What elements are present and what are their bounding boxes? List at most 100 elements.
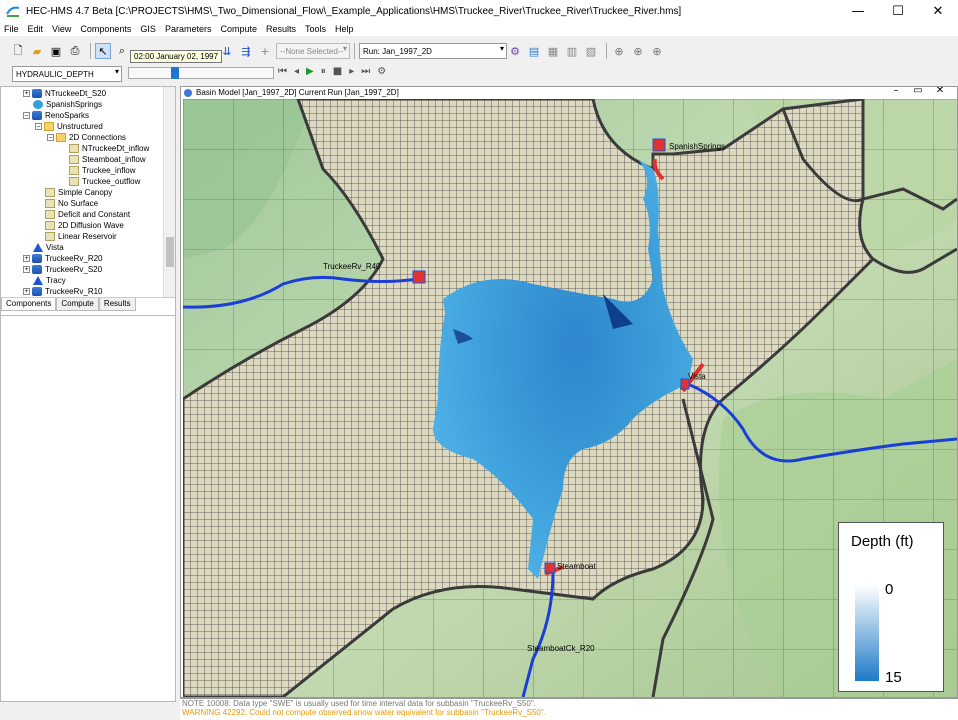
menu-components[interactable]: Components bbox=[80, 24, 131, 34]
map-label-steamboat-r20: SteamboatCk_R20 bbox=[527, 644, 595, 653]
tree-item-label: Truckee_outflow bbox=[82, 177, 141, 186]
tree-item-label: Truckee_inflow bbox=[82, 166, 136, 175]
map-minimize-button[interactable]: – bbox=[885, 85, 907, 96]
menu-file[interactable]: File bbox=[4, 24, 19, 34]
print-icon[interactable]: ⎙ bbox=[67, 43, 83, 59]
junction-spanishsprings-icon[interactable] bbox=[652, 138, 666, 152]
tree-item[interactable]: − RenoSparks bbox=[23, 110, 89, 121]
time-slider[interactable] bbox=[128, 67, 274, 79]
tree-item-label: TruckeeRv_R10 bbox=[45, 287, 103, 296]
tree-item[interactable]: No Surface bbox=[45, 198, 98, 209]
globe-icon[interactable]: ⊕ bbox=[649, 43, 665, 59]
settings-icon[interactable]: ⚙ bbox=[377, 66, 386, 77]
minimize-button[interactable]: — bbox=[838, 0, 878, 22]
tree-item[interactable]: Truckee_outflow bbox=[69, 176, 140, 187]
menu-results[interactable]: Results bbox=[266, 24, 296, 34]
compute-icon[interactable]: ⚙ bbox=[507, 43, 523, 59]
menu-compute[interactable]: Compute bbox=[220, 24, 257, 34]
collapse-icon[interactable]: − bbox=[23, 112, 30, 119]
tree-item-label: Deficit and Constant bbox=[58, 210, 131, 219]
expand-icon[interactable]: + bbox=[23, 288, 30, 295]
tree-item[interactable]: − 2D Connections bbox=[47, 132, 126, 143]
add-element-icon[interactable]: ⇶ bbox=[238, 43, 254, 59]
scrollbar-thumb[interactable] bbox=[166, 237, 174, 267]
source-icon bbox=[33, 100, 43, 109]
tree-item[interactable]: + TruckeeRv_R20 bbox=[23, 253, 103, 264]
skip-start-icon[interactable]: ⏮ bbox=[278, 66, 287, 77]
new-file-icon[interactable]: 🗋 bbox=[10, 43, 26, 59]
junction-truckee-r40-icon[interactable] bbox=[412, 270, 426, 284]
collapse-icon[interactable]: − bbox=[47, 134, 54, 141]
tree-item[interactable]: + NTruckeeDt_S20 bbox=[23, 88, 106, 99]
play-icon[interactable]: ▶ bbox=[306, 66, 314, 77]
tree-item[interactable]: − Unstructured bbox=[35, 121, 103, 132]
tree-item-label: TruckeeRv_S20 bbox=[45, 265, 103, 274]
tree-item[interactable]: + TruckeeRv_R10 bbox=[23, 286, 103, 297]
graph-icon[interactable]: ▥ bbox=[564, 43, 580, 59]
menu-tools[interactable]: Tools bbox=[305, 24, 326, 34]
save-icon[interactable]: ▣ bbox=[48, 43, 64, 59]
map-maximize-button[interactable]: ▭ bbox=[907, 85, 929, 96]
collapse-icon[interactable]: − bbox=[35, 123, 42, 130]
time-slider-thumb[interactable] bbox=[171, 67, 179, 79]
tree-item[interactable]: Vista bbox=[33, 242, 64, 253]
step-back-icon[interactable]: ◂ bbox=[294, 66, 299, 77]
element-selector-value: --None Selected-- bbox=[280, 46, 344, 56]
tree-item-label: NTruckeeDt_inflow bbox=[82, 144, 150, 153]
globe-icon[interactable]: ⊕ bbox=[630, 43, 646, 59]
stop-icon[interactable]: ■ bbox=[333, 66, 342, 77]
tree-scrollbar[interactable] bbox=[163, 87, 175, 297]
expand-icon[interactable]: + bbox=[23, 255, 30, 262]
tab-compute[interactable]: Compute bbox=[56, 298, 99, 311]
globe-icon[interactable]: ⊕ bbox=[611, 43, 627, 59]
menu-edit[interactable]: Edit bbox=[28, 24, 44, 34]
tree-item[interactable]: Truckee_inflow bbox=[69, 165, 136, 176]
run-selector[interactable]: Run: Jan_1997_2D ▾ bbox=[359, 43, 507, 59]
menu-gis[interactable]: GIS bbox=[140, 24, 156, 34]
message-console: NOTE 10008: Data type "SWE" is usually u… bbox=[180, 698, 958, 720]
tree-item[interactable]: Deficit and Constant bbox=[45, 209, 130, 220]
expand-icon[interactable]: + bbox=[23, 266, 30, 273]
open-folder-icon[interactable]: ▰ bbox=[29, 43, 45, 59]
tree-item[interactable]: SpanishSprings bbox=[33, 99, 102, 110]
tree-item[interactable]: 2D Diffusion Wave bbox=[45, 220, 124, 231]
maximize-button[interactable]: ☐ bbox=[878, 0, 918, 22]
element-selector[interactable]: --None Selected-- ▾ bbox=[276, 43, 350, 59]
menu-help[interactable]: Help bbox=[335, 24, 354, 34]
variable-selector[interactable]: HYDRAULIC_DEPTH ▾ bbox=[12, 66, 122, 82]
menu-view[interactable]: View bbox=[52, 24, 71, 34]
tree-item-label: Unstructured bbox=[57, 122, 103, 131]
toolbar-separator bbox=[606, 43, 607, 59]
compute-all-icon[interactable]: ▤ bbox=[526, 43, 542, 59]
crosshair-icon[interactable]: + bbox=[257, 43, 273, 59]
chevron-down-icon: ▾ bbox=[499, 44, 504, 53]
close-button[interactable]: ✕ bbox=[918, 0, 958, 22]
tree-item[interactable]: Tracy bbox=[33, 275, 66, 286]
tree-item[interactable]: NTruckeeDt_inflow bbox=[69, 143, 149, 154]
component-editor bbox=[1, 315, 175, 701]
tree-item-label: Tracy bbox=[46, 276, 66, 285]
pause-icon[interactable]: ⏸ bbox=[321, 66, 326, 77]
tree-item[interactable]: + TruckeeRv_S20 bbox=[23, 264, 102, 275]
junction-steamboat-icon[interactable] bbox=[544, 562, 556, 574]
component-tree: + NTruckeeDt_S20 SpanishSprings − RenoSparks… bbox=[1, 87, 163, 297]
basin-icon bbox=[32, 287, 42, 296]
basin-icon bbox=[32, 111, 42, 120]
pointer-icon[interactable]: ↖ bbox=[95, 43, 111, 59]
tree-item[interactable]: Linear Reservoir bbox=[45, 231, 117, 242]
tab-components[interactable]: Components bbox=[1, 298, 57, 311]
summary-icon[interactable]: ▧ bbox=[583, 43, 599, 59]
tree-item[interactable]: Simple Canopy bbox=[45, 187, 112, 198]
step-forward-icon[interactable]: ▸ bbox=[349, 66, 354, 77]
results-table-icon[interactable]: ▦ bbox=[545, 43, 561, 59]
skip-end-icon[interactable]: ⏭ bbox=[361, 66, 370, 77]
expand-icon[interactable]: + bbox=[23, 90, 30, 97]
basin-icon bbox=[32, 265, 42, 274]
tab-results[interactable]: Results bbox=[98, 298, 136, 311]
tree-item[interactable]: Steamboat_inflow bbox=[69, 154, 146, 165]
menu-parameters[interactable]: Parameters bbox=[165, 24, 212, 34]
tree-item-label: SpanishSprings bbox=[46, 100, 103, 109]
method-icon bbox=[45, 221, 55, 230]
map-close-button[interactable]: ✕ bbox=[929, 85, 951, 96]
zoom-icon[interactable]: ⌕ bbox=[114, 43, 130, 59]
